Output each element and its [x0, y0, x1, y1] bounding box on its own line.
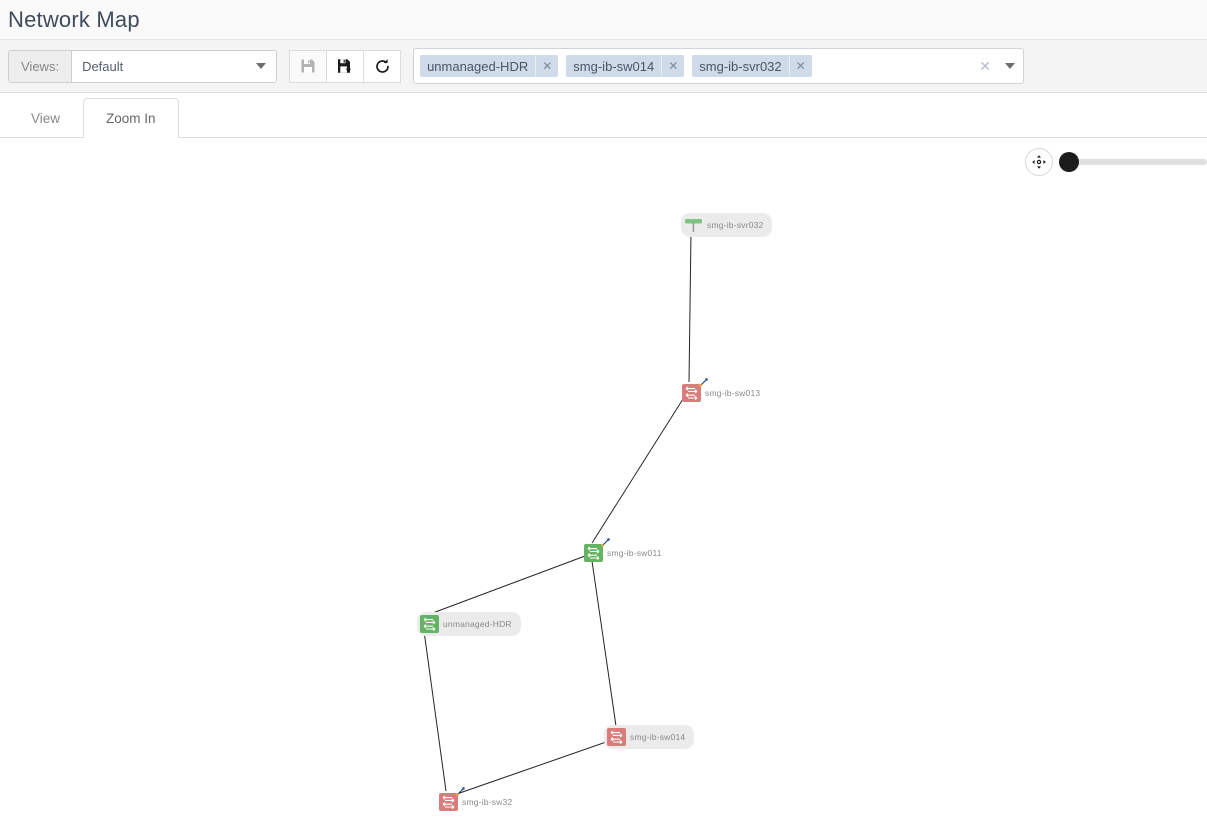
tab-label: Zoom In [106, 111, 156, 126]
edge-unmanaged-sw32 [424, 631, 446, 791]
graph-node-smg-ib-sw014[interactable]: smg-ib-sw014 [604, 725, 694, 749]
graph-node-label: unmanaged-HDR [443, 619, 512, 629]
network-map-canvas[interactable]: smg-ib-svr032 smg-ib-sw013 [0, 138, 1207, 816]
views-label: Views: [9, 51, 72, 82]
graph-node-smg-ib-sw011[interactable]: smg-ib-sw011 [581, 541, 665, 565]
chip-label: smg-ib-svr032 [692, 59, 788, 74]
graph-node-smg-ib-sw32[interactable]: smg-ib-sw32 [436, 790, 515, 814]
switch-icon [584, 544, 603, 562]
graph-node-smg-ib-svr032[interactable]: smg-ib-svr032 [681, 213, 772, 237]
chevron-down-icon [256, 63, 266, 69]
toolbar-button-group [289, 50, 401, 83]
chip-label: unmanaged-HDR [420, 59, 535, 74]
graph-node-label: smg-ib-sw014 [630, 732, 685, 742]
graph-node-label: smg-ib-svr032 [707, 220, 763, 230]
edge-svr032-sw013 [689, 231, 691, 382]
device-filter-multiselect[interactable]: unmanaged-HDR ✕ smg-ib-sw014 ✕ smg-ib-sv… [413, 48, 1024, 84]
views-selected-value: Default [82, 59, 123, 74]
close-icon[interactable]: ✕ [535, 55, 558, 77]
switch-icon [439, 793, 458, 811]
graph-node-label: smg-ib-sw013 [705, 388, 760, 398]
page-header: Network Map [0, 0, 1207, 40]
edge-sw013-sw011 [592, 399, 683, 543]
graph-node-unmanaged-hdr[interactable]: unmanaged-HDR [417, 612, 521, 636]
views-dropdown[interactable]: Default [72, 51, 276, 82]
graph-node-label: smg-ib-sw011 [607, 548, 662, 558]
link-badge-icon [456, 787, 465, 796]
tab-zoom-in[interactable]: Zoom In [83, 98, 179, 138]
chip-label: smg-ib-sw014 [566, 59, 661, 74]
filter-chip[interactable]: unmanaged-HDR ✕ [420, 55, 558, 77]
chevron-down-icon[interactable] [1005, 63, 1015, 69]
save-as-button[interactable] [326, 50, 364, 83]
page-title: Network Map [8, 7, 140, 33]
tab-view[interactable]: View [8, 98, 83, 137]
server-icon [684, 216, 703, 234]
edge-sw011-unmanaged [430, 556, 585, 614]
graph-node-label: smg-ib-sw32 [462, 797, 512, 807]
filter-chip[interactable]: smg-ib-sw014 ✕ [566, 55, 684, 77]
save-as-icon [337, 58, 353, 74]
link-badge-icon [699, 378, 708, 387]
tab-bar: View Zoom In [0, 93, 1207, 138]
toolbar: Views: Default [0, 40, 1207, 93]
save-button[interactable] [289, 50, 327, 83]
clear-all-icon[interactable]: ✕ [979, 59, 991, 73]
refresh-button[interactable] [363, 50, 401, 83]
multiselect-actions: ✕ [979, 59, 1015, 73]
switch-icon [682, 384, 701, 402]
graph-node-smg-ib-sw013[interactable]: smg-ib-sw013 [679, 381, 763, 405]
save-icon [300, 58, 316, 74]
views-selector-group: Views: Default [8, 50, 277, 83]
switch-icon [420, 615, 439, 633]
tab-label: View [31, 111, 60, 126]
switch-icon [607, 728, 626, 746]
close-icon[interactable]: ✕ [661, 55, 684, 77]
edge-sw011-sw014 [592, 561, 616, 726]
close-icon[interactable]: ✕ [789, 55, 812, 77]
graph-edges [0, 138, 1207, 816]
filter-chip[interactable]: smg-ib-svr032 ✕ [692, 55, 811, 77]
edge-sw014-sw32 [454, 741, 609, 795]
link-badge-icon [601, 538, 610, 547]
refresh-icon [374, 58, 391, 75]
